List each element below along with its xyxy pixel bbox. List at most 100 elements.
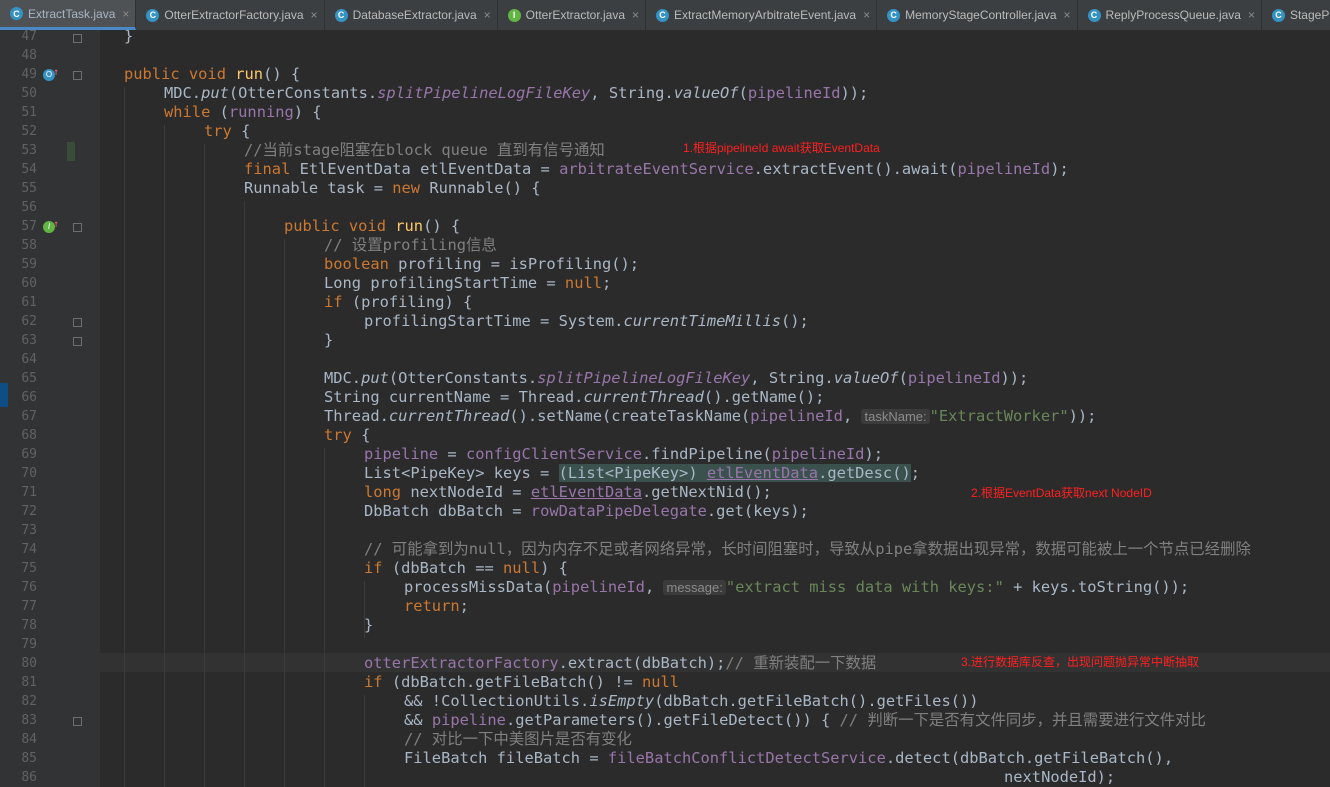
code-line: } <box>364 616 374 634</box>
line-number: 55 <box>21 181 37 196</box>
tab-reply-process-queue[interactable]: C ReplyProcessQueue.java × <box>1078 0 1262 30</box>
fold-marker[interactable] <box>73 223 82 232</box>
line-number: 75 <box>21 561 37 576</box>
close-icon[interactable]: × <box>1248 8 1255 22</box>
code-line: //当前stage阻塞在block queue 直到有信号通知 <box>244 141 605 159</box>
close-icon[interactable]: × <box>863 8 870 22</box>
code-line: boolean profiling = isProfiling(); <box>324 255 640 273</box>
tab-extract-task[interactable]: C ExtractTask.java × <box>0 0 137 30</box>
class-icon: C <box>10 7 23 20</box>
line-number: 76 <box>21 580 37 595</box>
fold-marker[interactable] <box>73 717 82 726</box>
code-line: FileBatch fileBatch = fileBatchConflictD… <box>404 749 1174 767</box>
code-line: while (running) { <box>164 103 322 121</box>
line-number: 64 <box>21 352 37 367</box>
code-line: && pipeline.getParameters().getFileDetec… <box>404 711 1206 729</box>
code-line: String currentName = Thread.currentThrea… <box>324 388 825 406</box>
line-number: 50 <box>21 86 37 101</box>
tab-database-extractor[interactable]: C DatabaseExtractor.java × <box>325 0 498 30</box>
change-marker <box>67 142 75 161</box>
indent-guide <box>164 125 165 787</box>
line-number: 78 <box>21 618 37 633</box>
indent-guide <box>284 239 285 787</box>
line-number: 84 <box>21 732 37 747</box>
line-number: 48 <box>21 48 37 63</box>
tab-stage-progress[interactable]: C StageProgre <box>1262 0 1330 30</box>
line-number: 57 <box>21 219 37 234</box>
structure-panel-edge[interactable] <box>0 383 8 407</box>
indent-guide <box>364 695 365 787</box>
tab-label: ExtractMemoryArbitrateEvent.java <box>674 8 857 22</box>
line-number: 54 <box>21 162 37 177</box>
code-editor[interactable]: } public void run() { MDC.put(OtterConst… <box>100 30 1330 787</box>
line-number: 61 <box>21 295 37 310</box>
line-number: 86 <box>21 770 37 785</box>
class-icon: C <box>334 8 348 22</box>
tab-extract-memory-arbitrate-event[interactable]: C ExtractMemoryArbitrateEvent.java × <box>646 0 878 30</box>
code-line: long nextNodeId = etlEventData.getNextNi… <box>364 483 772 501</box>
close-icon[interactable]: × <box>484 8 491 22</box>
line-number: 81 <box>21 675 37 690</box>
code-line: if (profiling) { <box>324 293 473 311</box>
line-number: 60 <box>21 276 37 291</box>
line-number: 58 <box>21 238 37 253</box>
code-line: MDC.put(OtterConstants.splitPipelineLogF… <box>164 84 869 102</box>
indent-guide <box>204 144 205 787</box>
code-line: try { <box>324 426 371 444</box>
line-number: 62 <box>21 314 37 329</box>
close-icon[interactable]: × <box>632 8 639 22</box>
line-number: 68 <box>21 428 37 443</box>
tab-label: OtterExtractor.java <box>525 8 626 22</box>
tab-label: ExtractTask.java <box>28 6 116 21</box>
indent-guide <box>244 201 245 787</box>
code-line: profilingStartTime = System.currentTimeM… <box>364 312 809 330</box>
class-icon: C <box>1271 8 1285 22</box>
code-line: public void run() { <box>284 217 461 235</box>
indent-guide <box>324 448 325 787</box>
fold-marker[interactable] <box>73 71 82 80</box>
line-number: 77 <box>21 599 37 614</box>
line-number: 80 <box>21 656 37 671</box>
tab-otter-extractor[interactable]: I OtterExtractor.java × <box>498 0 647 30</box>
line-number: 56 <box>21 200 37 215</box>
code-line: public void run() { <box>124 65 301 83</box>
close-icon[interactable]: × <box>122 7 129 21</box>
tab-label: StageProgre <box>1289 8 1330 22</box>
close-icon[interactable]: × <box>1064 8 1071 22</box>
editor-tab-bar: C ExtractTask.java × C OtterExtractorFactor… <box>0 0 1330 31</box>
code-line: // 设置profiling信息 <box>324 236 497 254</box>
code-line: } <box>324 331 334 349</box>
code-line: processMissData(pipelineId, message: "ext… <box>404 578 1190 596</box>
fold-marker[interactable] <box>73 337 82 346</box>
fold-marker[interactable] <box>73 318 82 327</box>
tab-label: OtterExtractorFactory.java <box>164 8 304 22</box>
arrow-up-icon: ↑ <box>53 219 60 230</box>
line-number: 52 <box>21 124 37 139</box>
code-line: Long profilingStartTime = null; <box>324 274 612 292</box>
class-icon: C <box>146 8 160 22</box>
fold-marker[interactable] <box>73 34 82 43</box>
tab-label: ReplyProcessQueue.java <box>1105 8 1241 22</box>
code-line: try { <box>204 122 251 140</box>
tab-otter-extractor-factory[interactable]: C OtterExtractorFactory.java × <box>136 0 325 30</box>
code-line: Runnable task = new Runnable() { <box>244 179 541 197</box>
line-number: 69 <box>21 447 37 462</box>
class-icon: C <box>1087 8 1101 22</box>
line-number: 82 <box>21 694 37 709</box>
annotation-step-3: 3.进行数据库反查，出现问题抛异常中断抽取 <box>961 655 1200 669</box>
class-icon: C <box>887 8 901 22</box>
code-line: // 对比一下中美图片是否有变化 <box>404 730 632 748</box>
code-line: if (dbBatch == null) { <box>364 559 568 577</box>
line-number: 63 <box>21 333 37 348</box>
tab-memory-stage-controller[interactable]: C MemoryStageController.java × <box>877 0 1078 30</box>
parameter-hint: taskName: <box>861 409 930 424</box>
line-number: 49 <box>21 67 37 82</box>
close-icon[interactable]: × <box>311 8 318 22</box>
code-line: pipeline = configClientService.findPipel… <box>364 445 883 463</box>
code-line: } <box>124 30 134 45</box>
line-number: 59 <box>21 257 37 272</box>
code-line: List<PipeKey> keys = (List<PipeKey>) etl… <box>364 464 921 482</box>
code-line: final EtlEventData etlEventData = arbitr… <box>244 160 1069 178</box>
code-line: && !CollectionUtils.isEmpty(dbBatch.getF… <box>404 692 979 710</box>
indent-guide <box>124 87 125 787</box>
